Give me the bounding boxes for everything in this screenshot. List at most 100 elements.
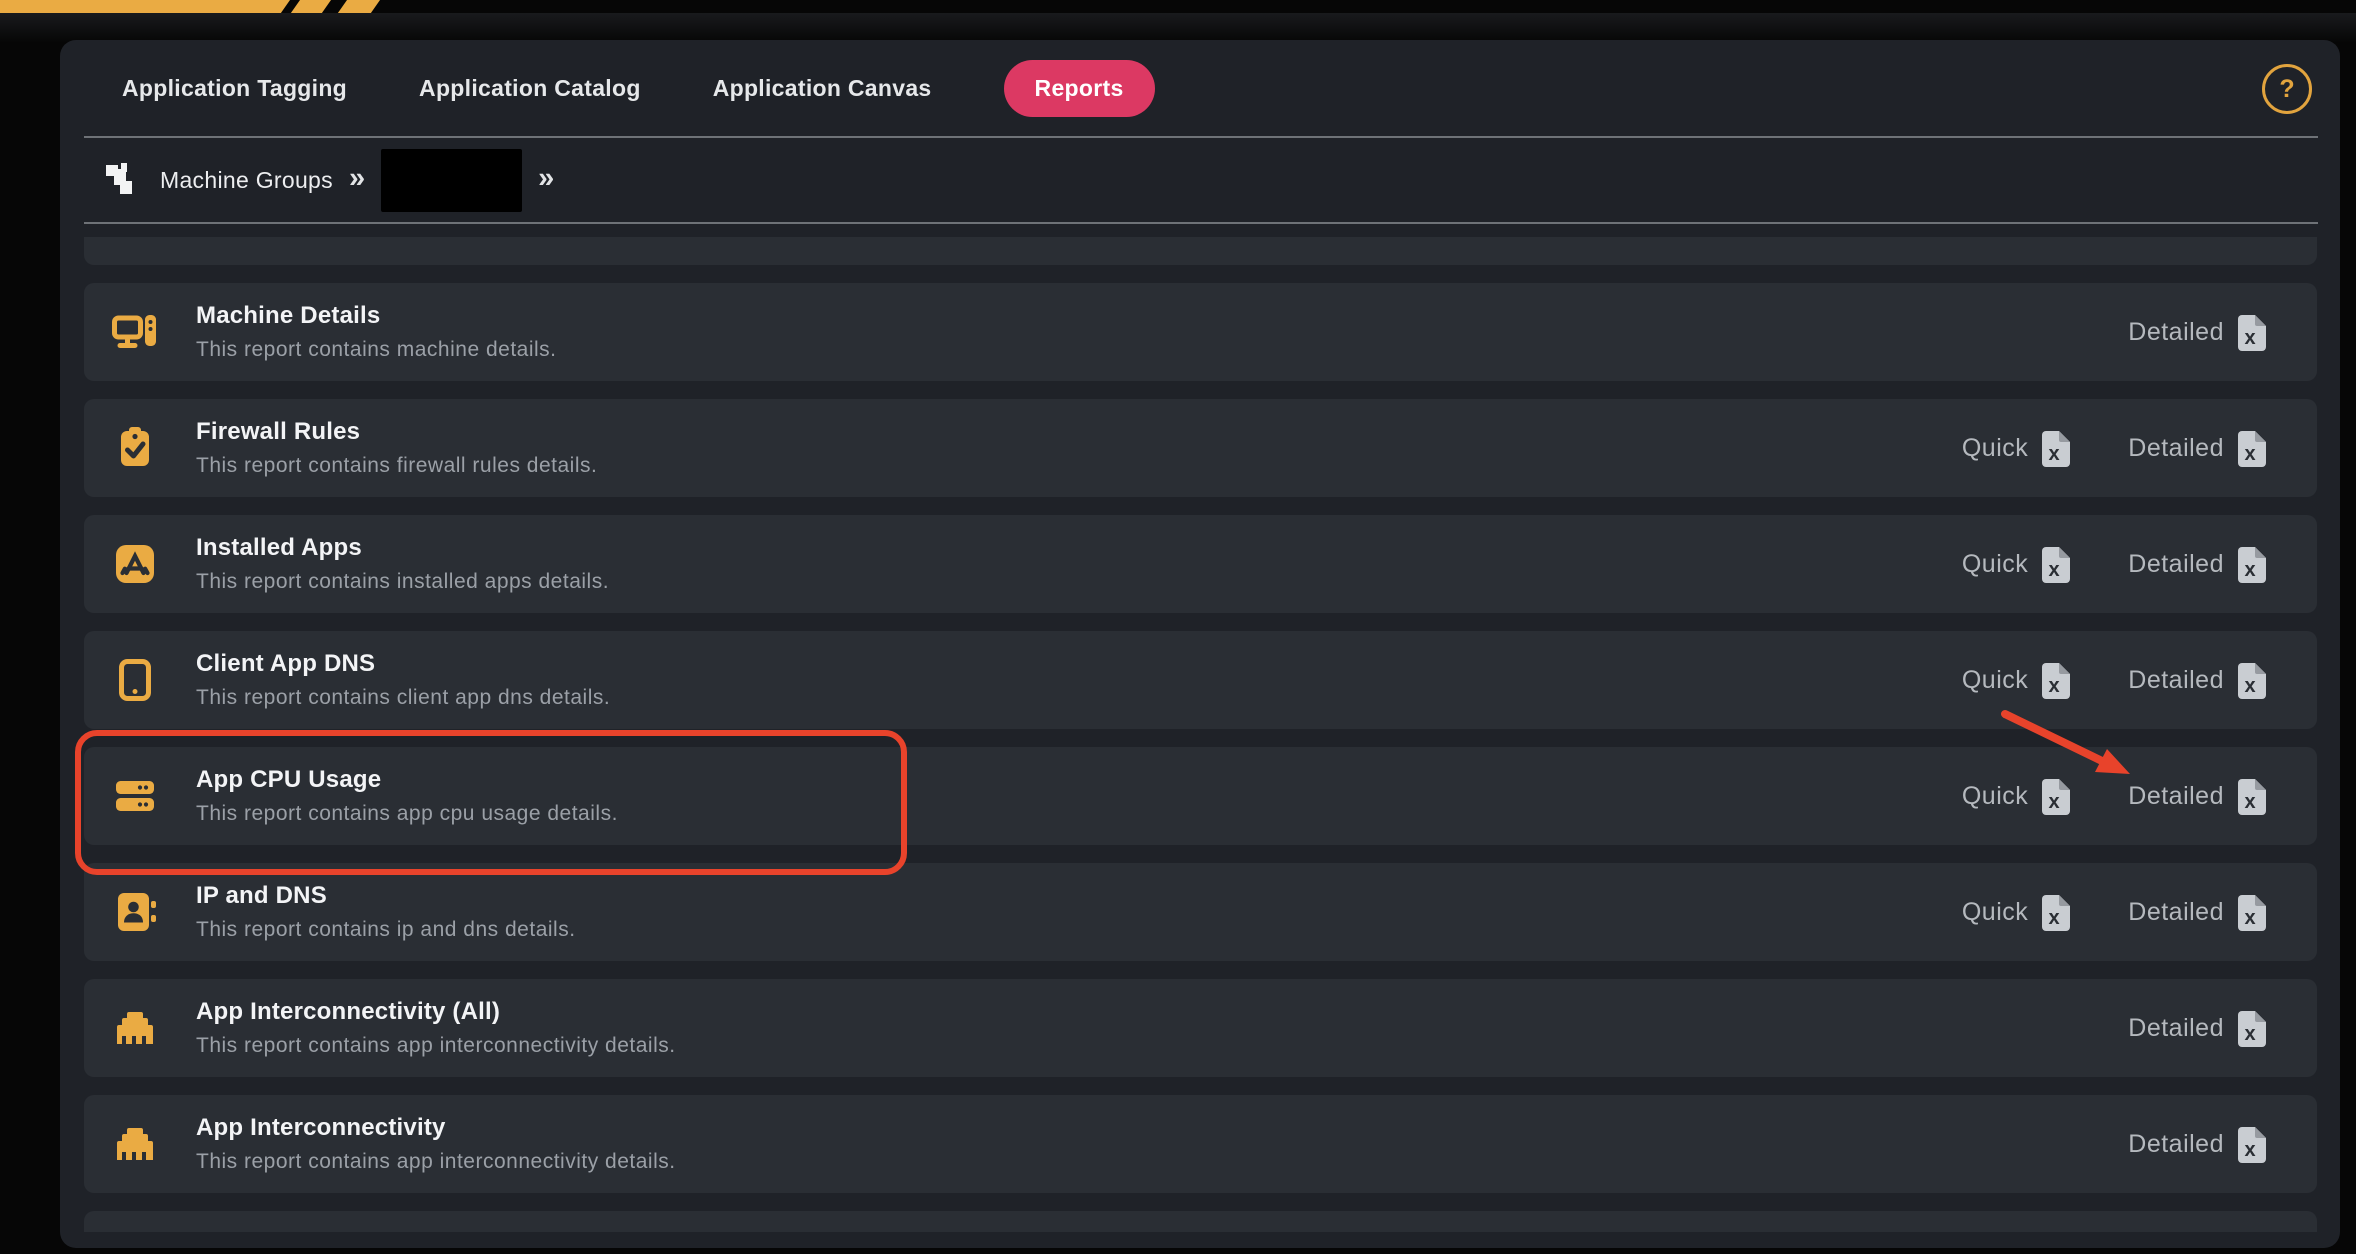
quick-export-label: Quick [1962, 550, 2028, 579]
report-row-ip-and-dns: IP and DNS This report contains ip and dn… [84, 863, 2317, 961]
detailed-export-label: Detailed [2128, 318, 2224, 347]
quick-export-label: Quick [1962, 434, 2028, 463]
excel-file-icon: x [2237, 1010, 2267, 1047]
report-text: Client App DNS This report contains clien… [196, 650, 610, 710]
quick-export-button[interactable]: Quickx [1962, 662, 2071, 699]
detailed-export-button[interactable]: Detailedx [2128, 430, 2267, 467]
quick-export-button[interactable]: Quickx [1962, 430, 2071, 467]
detailed-export-label: Detailed [2128, 1130, 2224, 1159]
detailed-export-label: Detailed [2128, 1014, 2224, 1043]
content-card: Application Tagging Application Catalog Ap… [60, 40, 2340, 1248]
report-row-client-app-dns: Client App DNS This report contains clien… [84, 631, 2317, 729]
svg-text:x: x [2244, 443, 2255, 465]
svg-text:x: x [2049, 675, 2060, 697]
report-actions: QuickxDetailedx [1962, 894, 2267, 931]
tab-application-canvas[interactable]: Application Canvas [713, 75, 932, 102]
report-text: App CPU Usage This report contains app cp… [196, 766, 618, 826]
report-description: This report contains app cpu usage detai… [196, 802, 618, 826]
svg-text:x: x [2049, 791, 2060, 813]
report-row-app-interconnectivity: App Interconnectivity This report contain… [84, 1095, 2317, 1193]
tab-reports[interactable]: Reports [1004, 60, 1155, 117]
svg-text:x: x [2244, 1023, 2255, 1045]
desktop-tower-icon [111, 308, 159, 356]
report-actions: QuickxDetailedx [1962, 546, 2267, 583]
excel-file-icon: x [2041, 430, 2071, 467]
report-description: This report contains app interconnectivi… [196, 1150, 676, 1174]
ethernet-icon [111, 1120, 159, 1168]
excel-file-icon: x [2041, 546, 2071, 583]
report-description: This report contains ip and dns details. [196, 918, 576, 942]
report-title: IP and DNS [196, 882, 576, 910]
report-row-installed-apps: Installed Apps This report contains insta… [84, 515, 2317, 613]
top-fade [0, 13, 2356, 43]
report-row-partial [84, 237, 2317, 265]
detailed-export-button[interactable]: Detailed x [2128, 546, 2267, 583]
detailed-export-button[interactable]: Detailed x [2128, 314, 2267, 351]
detailed-export-label: Detailed [2128, 898, 2224, 927]
detailed-export-button[interactable]: Detailed x [2128, 778, 2267, 815]
excel-file-icon: x [2237, 546, 2267, 583]
report-title: Client App DNS [196, 650, 610, 678]
report-description: This report contains client app dns deta… [196, 686, 610, 710]
detailed-export-button[interactable]: Detailed x [2128, 1010, 2267, 1047]
report-row-machine-details: Machine DetailsThis report contains mach… [84, 283, 2317, 381]
app-store-icon [111, 540, 159, 588]
report-description: This report contains firewall rules deta… [196, 454, 597, 478]
server-stack-icon [111, 772, 159, 820]
report-text: Machine DetailsThis report contains mach… [196, 302, 557, 362]
quick-export-button[interactable]: Quickx [1962, 778, 2071, 815]
quick-export-label: Quick [1962, 898, 2028, 927]
tab-application-catalog[interactable]: Application Catalog [419, 75, 641, 102]
report-description: This report contains app interconnectivi… [196, 1034, 676, 1058]
tab-application-tagging[interactable]: Application Tagging [122, 75, 347, 102]
quick-export-button[interactable]: Quickx [1962, 894, 2071, 931]
excel-file-icon: x [2237, 894, 2267, 931]
detailed-export-button[interactable]: Detailed x [2128, 1126, 2267, 1163]
report-actions: QuickxDetailedx [1962, 662, 2267, 699]
chevron-separator-icon: » [538, 164, 554, 197]
machine-groups-icon [104, 160, 144, 200]
redacted-breadcrumb-item[interactable] [381, 149, 522, 212]
detailed-export-label: Detailed [2128, 782, 2224, 811]
help-button[interactable]: ? [2262, 64, 2312, 114]
detailed-export-label: Detailed [2128, 550, 2224, 579]
report-text: App Interconnectivity This report contain… [196, 1114, 676, 1174]
report-actions: QuickxDetailedx [1962, 430, 2267, 467]
report-title: App CPU Usage [196, 766, 618, 794]
address-book-icon [111, 888, 159, 936]
excel-file-icon: x [2237, 314, 2267, 351]
page: Application Tagging Application Catalog Ap… [0, 0, 2356, 1254]
report-title: App Interconnectivity (All) [196, 998, 676, 1026]
detailed-export-button[interactable]: Detailed x [2128, 894, 2267, 931]
breadcrumb-machine-groups[interactable]: Machine Groups [160, 167, 333, 194]
svg-text:x: x [2049, 907, 2060, 929]
quick-export-label: Quick [1962, 666, 2028, 695]
brand-stripe [0, 0, 290, 13]
divider [84, 222, 2318, 224]
excel-file-icon: x [2237, 778, 2267, 815]
svg-text:x: x [2244, 675, 2255, 697]
quick-export-button[interactable]: Quickx [1962, 546, 2071, 583]
report-row-app-interconnectivity-all: App Interconnectivity (All) This report c… [84, 979, 2317, 1077]
svg-text:x: x [2244, 1139, 2255, 1161]
svg-text:x: x [2244, 791, 2255, 813]
brand-stripe [291, 0, 331, 13]
report-text: Firewall RulesThis report contains firew… [196, 418, 597, 478]
report-title: Installed Apps [196, 534, 609, 562]
report-title: App Interconnectivity [196, 1114, 676, 1142]
excel-file-icon: x [2041, 894, 2071, 931]
excel-file-icon: x [2041, 662, 2071, 699]
svg-text:x: x [2049, 559, 2060, 581]
report-list: Machine DetailsThis report contains mach… [84, 237, 2317, 1232]
ethernet-icon [111, 1004, 159, 1052]
chevron-separator-icon: » [349, 164, 365, 197]
report-row-firewall-rules: Firewall RulesThis report contains firew… [84, 399, 2317, 497]
report-description: This report contains installed apps deta… [196, 570, 609, 594]
report-row-app-cpu-usage: App CPU Usage This report contains app cp… [84, 747, 2317, 845]
excel-file-icon: x [2237, 1126, 2267, 1163]
detailed-export-button[interactable]: Detailedx [2128, 662, 2267, 699]
tab-bar: Application Tagging Application Catalog Ap… [60, 40, 2340, 137]
tab-list: Application Tagging Application Catalog Ap… [122, 40, 1155, 137]
report-text: IP and DNS This report contains ip and dn… [196, 882, 576, 942]
report-description: This report contains machine details. [196, 338, 557, 362]
